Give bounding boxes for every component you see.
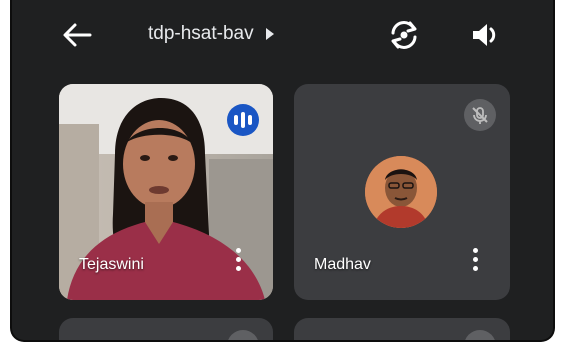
speaker-icon bbox=[473, 24, 496, 46]
audio-wave-icon bbox=[241, 112, 245, 128]
muted-indicator bbox=[227, 330, 259, 340]
avatar bbox=[365, 156, 437, 228]
audio-wave-icon bbox=[248, 115, 252, 125]
top-bar: tdp-hsat-bav bbox=[12, 0, 553, 70]
back-button[interactable] bbox=[62, 22, 92, 48]
audio-wave-icon bbox=[234, 115, 238, 125]
meeting-code: tdp-hsat-bav bbox=[148, 23, 254, 44]
participant-tile[interactable]: Tejaswini bbox=[59, 84, 273, 300]
participant-tile[interactable] bbox=[59, 318, 273, 340]
meeting-title-button[interactable]: tdp-hsat-bav bbox=[148, 20, 274, 48]
more-options-button[interactable] bbox=[233, 246, 243, 274]
speaker-button[interactable] bbox=[469, 20, 503, 50]
participant-name: Madhav bbox=[314, 256, 371, 273]
switch-camera-icon bbox=[391, 21, 417, 49]
mic-off-icon bbox=[472, 107, 488, 124]
muted-indicator bbox=[464, 330, 496, 340]
participant-tile[interactable] bbox=[294, 318, 510, 340]
participant-name: Tejaswini bbox=[79, 256, 144, 273]
caret-right-icon bbox=[265, 28, 274, 40]
muted-indicator bbox=[464, 99, 496, 131]
speaking-indicator bbox=[227, 104, 259, 136]
more-options-button[interactable] bbox=[470, 246, 480, 274]
arrow-left-icon bbox=[63, 23, 92, 47]
avatar-photo bbox=[365, 156, 437, 228]
meeting-screen: tdp-hsat-bav Tejaswini Madhav bbox=[10, 0, 555, 342]
participant-tile[interactable]: Madhav bbox=[294, 84, 510, 300]
switch-camera-button[interactable] bbox=[387, 19, 421, 51]
